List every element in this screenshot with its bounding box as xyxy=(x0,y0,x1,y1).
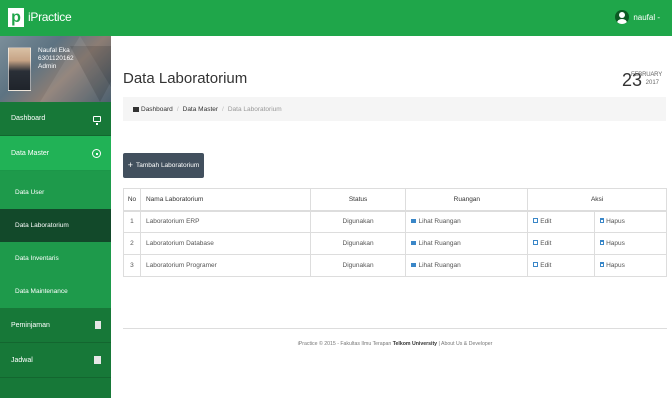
sidebar: Naufal Eka 6301120162 Admin Dashboard Da… xyxy=(0,36,111,398)
edit-link[interactable]: Edit xyxy=(527,210,596,233)
footer-links[interactable]: | About Us & Developer xyxy=(437,341,493,347)
user-menu[interactable]: naufal - xyxy=(615,10,660,24)
edit-label: Edit xyxy=(540,240,552,247)
breadcrumb-data-master[interactable]: Data Master xyxy=(183,106,218,113)
cell-no: 1 xyxy=(123,210,141,233)
edit-link[interactable]: Edit xyxy=(527,254,596,277)
breadcrumb-current: Data Laboratorium xyxy=(227,105,282,113)
profile-role: Admin xyxy=(38,63,57,70)
table-row: 3 Laboratorium Programer Digunakan Lihat… xyxy=(123,254,667,277)
sidebar-item-peminjaman[interactable]: Peminjaman xyxy=(0,308,111,343)
edit-icon xyxy=(533,240,539,245)
sidebar-item-label: Jadwal xyxy=(11,356,33,364)
footer-university[interactable]: Telkom University xyxy=(393,341,437,347)
hapus-label: Hapus xyxy=(606,240,625,247)
edit-label: Edit xyxy=(540,262,552,269)
hapus-link[interactable]: Hapus xyxy=(594,232,667,255)
edit-icon xyxy=(533,218,539,224)
lihat-ruangan-label: Lihat Ruangan xyxy=(418,218,461,226)
book-icon xyxy=(95,321,101,329)
sidebar-subitem-data-user[interactable]: Data User xyxy=(0,176,111,209)
sidebar-subitem-data-inventaris[interactable]: Data Inventaris xyxy=(0,242,111,275)
edit-icon xyxy=(533,262,539,267)
sidebar-item-jadwal[interactable]: Jadwal xyxy=(0,343,111,378)
circle-icon xyxy=(92,148,101,158)
app-logo[interactable]: p xyxy=(8,8,24,27)
trash-icon xyxy=(600,240,605,245)
date-month: FEBRUARY xyxy=(631,72,662,78)
sidebar-item-dashboard[interactable]: Dashboard xyxy=(0,102,111,136)
profile-info: Naufal Eka 6301120162 Admin xyxy=(38,47,74,71)
lihat-ruangan-label: Lihat Ruangan xyxy=(418,262,461,269)
cell-name: Laboratorium ERP xyxy=(139,210,311,233)
lihat-ruangan-label: Lihat Ruangan xyxy=(418,240,461,247)
plus-icon: + xyxy=(127,160,134,170)
cell-no: 2 xyxy=(123,232,141,255)
trash-icon xyxy=(600,218,605,224)
col-header-no: No xyxy=(123,188,141,212)
page-title: Data Laboratorium xyxy=(123,70,248,87)
footer-prefix: iPractice © 2015 - Fakultas Ilmu Terapan xyxy=(297,341,393,347)
sidebar-subitem-data-maintenance[interactable]: Data Maintenance xyxy=(0,275,111,308)
monitor-icon xyxy=(93,115,101,125)
calendar-icon xyxy=(94,356,101,364)
lihat-ruangan-link[interactable]: Lihat Ruangan xyxy=(405,210,529,233)
hapus-label: Hapus xyxy=(606,262,625,269)
hapus-link[interactable]: Hapus xyxy=(594,254,667,277)
table-row: 2 Laboratorium Database Digunakan Lihat … xyxy=(123,232,667,255)
cell-status[interactable]: Digunakan xyxy=(309,254,407,277)
sidebar-subitem-data-laboratorium[interactable]: Data Laboratorium xyxy=(0,209,111,242)
profile-name: Naufal Eka xyxy=(38,47,70,54)
date-year: 2017 xyxy=(645,80,659,86)
trash-icon xyxy=(600,262,605,267)
breadcrumb-dashboard[interactable]: Dashboard xyxy=(141,106,173,113)
top-bar: p iPractice naufal - xyxy=(0,0,672,36)
table-header-row: No Nama Laboratorium Status Ruangan Aksi xyxy=(123,188,667,212)
folder-icon xyxy=(411,241,417,245)
hapus-link[interactable]: Hapus xyxy=(594,210,667,233)
add-laboratorium-button[interactable]: + Tambah Laboratorium xyxy=(123,153,204,178)
col-header-status: Status xyxy=(309,188,407,212)
edit-label: Edit xyxy=(540,218,552,226)
folder-icon xyxy=(411,219,417,224)
cell-status[interactable]: Digunakan xyxy=(309,232,407,255)
sidebar-item-data-master[interactable]: Data Master xyxy=(0,136,111,171)
home-icon xyxy=(133,106,139,112)
main-content: Data Laboratorium 23 FEBRUARY 2017 Dashb… xyxy=(111,36,672,398)
footer-divider xyxy=(123,328,667,329)
profile-id: 6301120162 xyxy=(38,55,74,62)
lihat-ruangan-link[interactable]: Lihat Ruangan xyxy=(405,254,529,277)
profile-photo xyxy=(8,47,31,91)
cell-no: 3 xyxy=(123,254,141,277)
user-menu-label: naufal - xyxy=(633,12,660,22)
user-avatar-icon xyxy=(615,10,630,24)
footer: iPractice © 2015 - Fakultas Ilmu Terapan… xyxy=(123,341,667,347)
col-header-aksi: Aksi xyxy=(527,188,667,212)
sidebar-item-label: Dashboard xyxy=(11,115,46,122)
cell-name: Laboratorium Programer xyxy=(139,254,311,277)
laboratorium-table: No Nama Laboratorium Status Ruangan Aksi… xyxy=(123,188,667,277)
folder-icon xyxy=(411,263,417,267)
cell-name: Laboratorium Database xyxy=(139,232,311,255)
edit-link[interactable]: Edit xyxy=(527,232,596,255)
app-brand[interactable]: iPractice xyxy=(28,10,72,24)
col-header-name: Nama Laboratorium xyxy=(139,188,311,212)
profile-panel: Naufal Eka 6301120162 Admin xyxy=(0,36,111,102)
hapus-label: Hapus xyxy=(606,218,625,226)
col-header-ruangan: Ruangan xyxy=(405,188,529,212)
sidebar-item-label: Peminjaman xyxy=(11,321,50,329)
table-row: 1 Laboratorium ERP Digunakan Lihat Ruang… xyxy=(123,210,667,233)
sidebar-submenu: Data User Data Laboratorium Data Inventa… xyxy=(0,171,111,308)
add-laboratorium-label: Tambah Laboratorium xyxy=(136,162,200,169)
sidebar-item-label: Data Master xyxy=(11,149,50,157)
lihat-ruangan-link[interactable]: Lihat Ruangan xyxy=(405,232,529,255)
cell-status[interactable]: Digunakan xyxy=(309,210,407,233)
breadcrumb: Dashboard / Data Master / Data Laborator… xyxy=(123,97,666,121)
